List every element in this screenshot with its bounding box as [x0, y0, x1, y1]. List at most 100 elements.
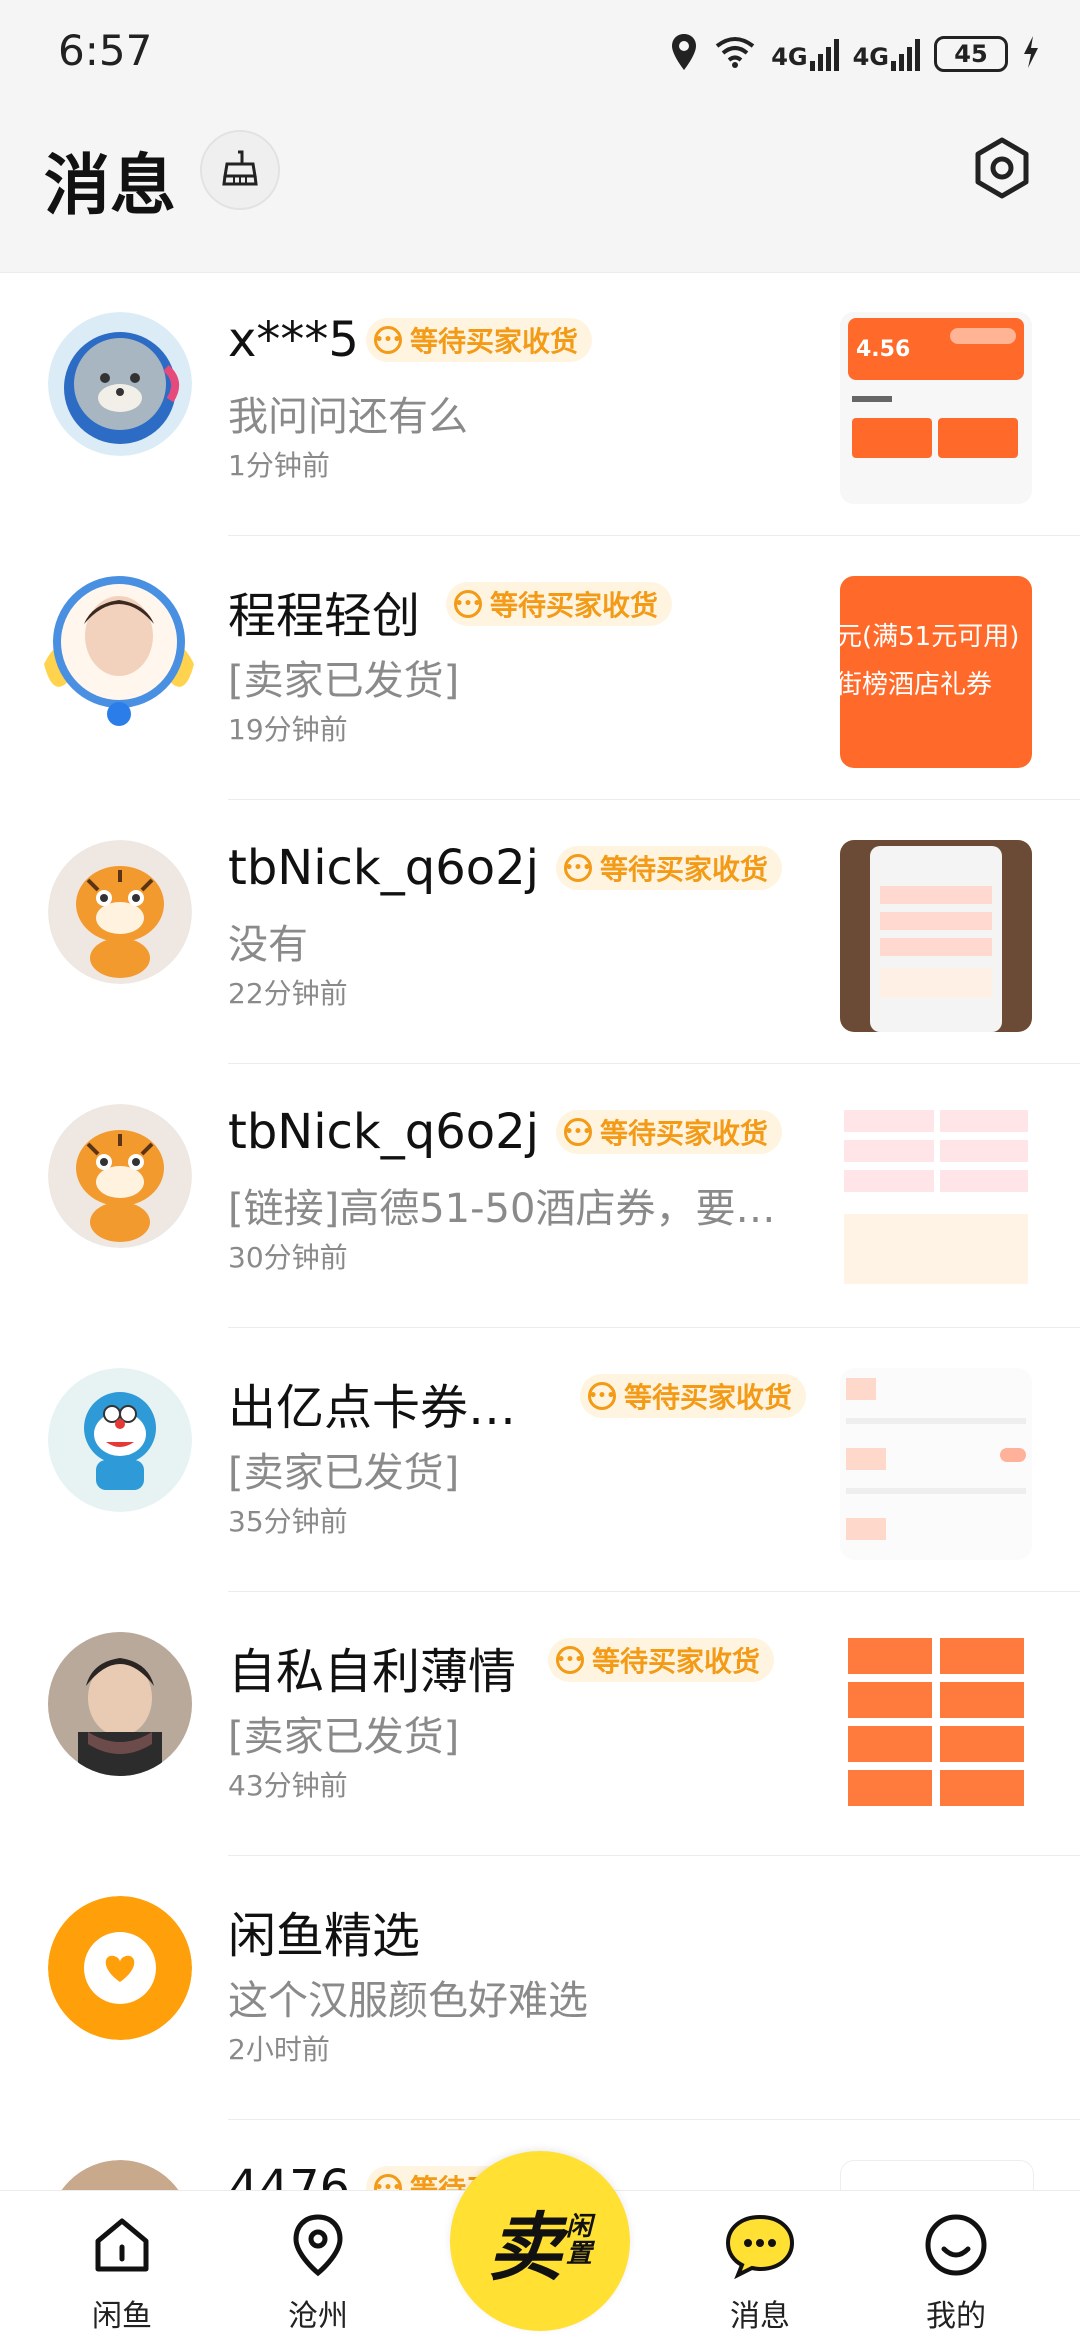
last-message: [卖家已发货] [228, 658, 460, 704]
more-dots-icon: ••• [374, 326, 402, 354]
more-dots-icon: ••• [374, 2174, 402, 2190]
header: 消息 [0, 120, 1080, 240]
gear-icon [970, 136, 1034, 204]
item-thumbnail[interactable] [840, 2160, 1034, 2190]
message-time: 1分钟前 [228, 449, 330, 482]
location-icon [669, 32, 699, 76]
more-dots-icon: ••• [564, 854, 592, 882]
last-message: 我问问还有么 [228, 394, 468, 440]
status-badge: ••• 等待买家收货 [580, 1374, 807, 1418]
avatar[interactable] [48, 1104, 192, 1248]
conversation-row[interactable]: 程程轻创 ••• 等待买家收货 [卖家已发货] 19分钟前 元(满51元可用) … [0, 536, 1080, 800]
location-pin-icon [284, 2211, 352, 2283]
last-message: 没有 [228, 922, 308, 968]
smile-face-icon [922, 2211, 990, 2283]
conversation-name: tbNick_q6o2j [228, 840, 539, 896]
network-1-label: 4G [771, 43, 808, 71]
status-badge: ••• 等待买家收货 [446, 582, 673, 626]
conversation-name: 4476 [228, 2160, 351, 2190]
status-icons: 4G 4G 45 [669, 32, 1040, 76]
thumbnail-text-2: 街榜酒店礼券 [840, 670, 993, 700]
bottom-tab-bar: 闲鱼 沧州 卖 闲 置 消息 我的 [0, 2151, 1080, 2341]
tab-messages-label: 消息 [730, 2299, 790, 2334]
conversation-row[interactable]: 闲鱼精选 这个汉服颜色好难选 2小时前 [0, 1856, 1080, 2120]
conversation-name: 程程轻创 [228, 588, 421, 644]
item-thumbnail[interactable] [840, 1368, 1032, 1560]
message-time: 2小时前 [228, 2033, 330, 2066]
network-2-label: 4G [852, 43, 889, 71]
conversation-row[interactable]: 自私自利薄情 ••• 等待买家收货 [卖家已发货] 43分钟前 [0, 1592, 1080, 1856]
avatar[interactable] [48, 840, 192, 984]
status-badge-label: 等待买家收货 [592, 1645, 761, 1678]
status-badge-label: 等待买家收货 [410, 325, 579, 358]
tab-mine-label: 我的 [926, 2299, 986, 2334]
settings-button[interactable] [964, 132, 1040, 208]
sell-sub-label-2: 置 [565, 2239, 592, 2269]
thumbnail-text-1: 元(满51元可用) [840, 622, 1020, 652]
status-badge: ••• 等待买家收货 [366, 318, 593, 362]
conversation-row[interactable]: tbNick_q6o2j ••• 等待买家收货 没有 22分钟前 [0, 800, 1080, 1064]
item-thumbnail[interactable]: 4.56 [840, 312, 1032, 504]
tab-messages[interactable]: 消息 [690, 2211, 830, 2341]
conversation-row[interactable]: tbNick_q6o2j ••• 等待买家收货 [链接]高德51-50酒店券，要… [0, 1064, 1080, 1328]
last-message: 这个汉服颜色好难选 [228, 1978, 588, 2024]
chat-bubble-icon [722, 2211, 798, 2283]
sell-button[interactable]: 卖 闲 置 [450, 2151, 630, 2331]
more-dots-icon: ••• [454, 590, 482, 618]
avatar[interactable] [48, 2160, 192, 2190]
cellular-2-icon: 4G [853, 37, 920, 71]
conversation-name: x***5 [228, 312, 359, 368]
status-badge-label: 等待买家收货 [600, 1117, 769, 1150]
sell-sub-label-1: 闲 [565, 2211, 592, 2242]
battery-icon: 45 [934, 36, 1008, 72]
tab-home-label: 闲鱼 [92, 2299, 152, 2334]
conversation-name: 自私自利薄情 [228, 1644, 517, 1700]
last-message: [卖家已发货] [228, 1714, 460, 1760]
tab-mine[interactable]: 我的 [886, 2211, 1026, 2341]
conversation-name: 闲鱼精选 [228, 1908, 421, 1964]
tab-local-label: 沧州 [288, 2299, 348, 2334]
last-message: [卖家已发货] [228, 1450, 460, 1496]
status-badge: ••• 等待买家收货 [556, 1110, 783, 1154]
battery-level: 45 [954, 40, 988, 68]
status-badge-label: 等待买家收货 [600, 853, 769, 886]
item-thumbnail[interactable] [840, 1632, 1032, 1824]
broom-icon [218, 146, 262, 194]
avatar[interactable] [48, 1368, 192, 1512]
avatar[interactable] [48, 1632, 192, 1776]
charging-icon [1022, 34, 1040, 74]
message-time: 22分钟前 [228, 977, 348, 1010]
status-badge-label: 等待买家收货 [490, 589, 659, 622]
cellular-1-icon: 4G [771, 37, 839, 71]
status-badge: ••• 等待买家收货 [548, 1638, 775, 1682]
more-dots-icon: ••• [588, 1382, 616, 1410]
home-icon [88, 2211, 156, 2283]
conversation-name: tbNick_q6o2j [228, 1104, 539, 1160]
sell-label: 卖 [487, 2204, 562, 2291]
status-badge-label: 等待买家收货 [624, 1381, 793, 1414]
avatar[interactable] [48, 1896, 192, 2040]
message-time: 30分钟前 [228, 1241, 348, 1274]
conversation-row[interactable]: 出亿点卡券… ••• 等待买家收货 [卖家已发货] 35分钟前 [0, 1328, 1080, 1592]
wifi-icon [713, 34, 757, 74]
conversation-row[interactable]: x***5 ••• 等待买家收货 我问问还有么 1分钟前 4.56 [0, 272, 1080, 536]
page-title: 消息 [44, 147, 176, 224]
clear-unread-button[interactable] [200, 130, 280, 210]
message-list[interactable]: x***5 ••• 等待买家收货 我问问还有么 1分钟前 4.56 程程轻创 •… [0, 272, 1080, 2190]
more-dots-icon: ••• [564, 1118, 592, 1146]
item-thumbnail[interactable] [840, 840, 1032, 1032]
message-time: 19分钟前 [228, 713, 348, 746]
tab-local[interactable]: 沧州 [248, 2211, 388, 2341]
tab-home[interactable]: 闲鱼 [52, 2211, 192, 2341]
avatar[interactable] [34, 564, 204, 734]
status-badge: ••• 等待买家收货 [556, 846, 783, 890]
message-time: 35分钟前 [228, 1505, 348, 1538]
avatar[interactable] [48, 312, 192, 456]
item-thumbnail[interactable]: 元(满51元可用) 街榜酒店礼券 [840, 576, 1032, 768]
top-area: 6:57 4G 4G 45 消息 [0, 0, 1080, 273]
conversation-name: 出亿点卡券… [228, 1380, 517, 1436]
status-time: 6:57 [58, 26, 153, 75]
thumbnail-price: 4.56 [856, 337, 910, 362]
item-thumbnail[interactable] [840, 1104, 1032, 1296]
status-bar: 6:57 4G 4G 45 [0, 0, 1080, 110]
